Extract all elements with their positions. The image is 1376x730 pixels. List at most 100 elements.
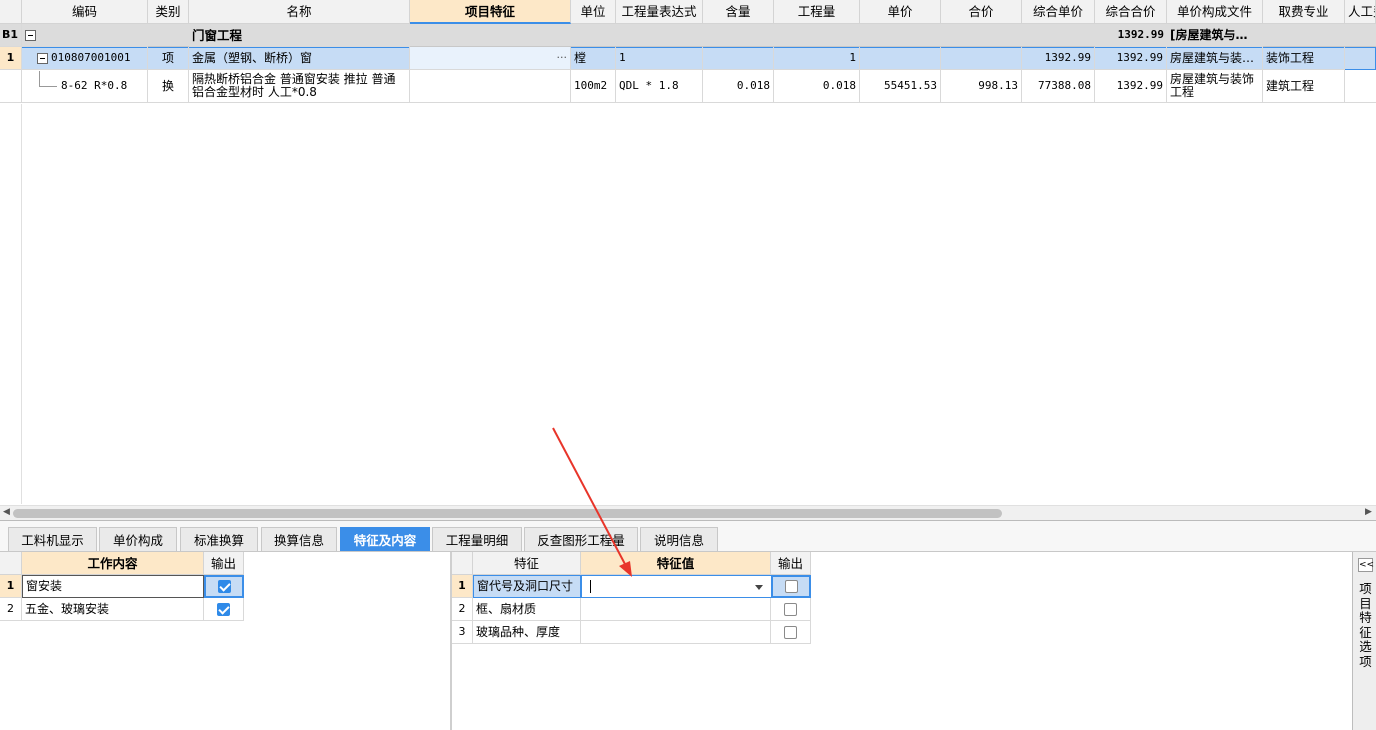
col-header-comp-price[interactable]: 综合单价 xyxy=(1022,0,1095,24)
horizontal-scrollbar[interactable]: ◀ ▶ xyxy=(0,505,1376,521)
col-header-code[interactable]: 编码 xyxy=(22,0,148,24)
scroll-thumb[interactable] xyxy=(13,509,1002,518)
row-expr[interactable]: QDL * 1.8 xyxy=(616,70,703,103)
checkbox-unchecked[interactable] xyxy=(784,602,797,616)
collapse-panel-button[interactable]: << xyxy=(1358,558,1374,572)
row-fee-type[interactable]: 建筑工程 xyxy=(1263,70,1345,103)
tab-std-conversion[interactable]: 标准换算 xyxy=(180,527,258,551)
ft-row-output[interactable] xyxy=(771,621,811,644)
ft-header-output[interactable]: 输出 xyxy=(771,552,811,575)
col-header-type[interactable]: 类别 xyxy=(148,0,189,24)
row-qty[interactable]: 1 xyxy=(774,47,860,70)
col-header-content[interactable]: 含量 xyxy=(703,0,774,24)
row-total[interactable]: 998.13 xyxy=(941,70,1022,103)
row-comp-price[interactable]: 1392.99 xyxy=(1022,47,1095,70)
row-label: B1 xyxy=(0,24,22,47)
row-type[interactable]: 换 xyxy=(148,70,189,103)
row-label xyxy=(0,70,22,103)
ft-header-value[interactable]: 特征值 xyxy=(581,552,771,575)
col-header-labor[interactable]: 人工费 xyxy=(1345,0,1376,24)
wc-row-output[interactable] xyxy=(204,575,244,598)
col-header-expr[interactable]: 工程量表达式 xyxy=(616,0,703,24)
row-unit[interactable]: 100m2 xyxy=(571,70,616,103)
col-header-fee-type[interactable]: 取费专业 xyxy=(1263,0,1345,24)
ft-corner xyxy=(452,552,473,575)
row-type[interactable]: 项 xyxy=(148,47,189,70)
wc-header-content[interactable]: 工作内容 xyxy=(22,552,204,575)
section-row[interactable]: B1 门窗工程 1392.99 [房屋建筑与… xyxy=(0,24,1376,47)
ft-row-value[interactable] xyxy=(581,621,771,644)
row-gutter xyxy=(0,104,22,504)
collapse-icon[interactable] xyxy=(37,52,48,64)
side-label-char: 项 xyxy=(1359,581,1372,596)
wc-row-num: 2 xyxy=(0,598,22,621)
section-name: 门窗工程 xyxy=(189,24,410,47)
row-unit-file[interactable]: 房屋建筑与装… xyxy=(1167,47,1263,70)
row-price[interactable] xyxy=(860,47,941,70)
row-fee-type[interactable]: 装饰工程 xyxy=(1263,47,1345,70)
col-header-qty[interactable]: 工程量 xyxy=(774,0,860,24)
row-total[interactable] xyxy=(941,47,1022,70)
ft-row-name[interactable]: 框、扇材质 xyxy=(473,598,581,621)
row-code[interactable]: 010807001001 xyxy=(22,47,148,70)
wc-header-output[interactable]: 输出 xyxy=(204,552,244,575)
collapse-toggle[interactable] xyxy=(22,24,148,47)
ft-row-name[interactable]: 玻璃品种、厚度 xyxy=(473,621,581,644)
row-name[interactable]: 金属（塑钢、断桥）窗 xyxy=(189,47,410,70)
tab-reverse-lookup[interactable]: 反查图形工程量 xyxy=(524,527,638,551)
ellipsis-button[interactable]: ··· xyxy=(557,51,568,64)
side-label-char: 项 xyxy=(1359,653,1372,669)
table-row-selected[interactable]: 1 010807001001 项 金属（塑钢、断桥）窗 ··· 樘 1 1 13… xyxy=(0,47,1376,70)
wc-row-output[interactable] xyxy=(204,598,244,621)
row-comp-total[interactable]: 1392.99 xyxy=(1095,70,1167,103)
row-expr[interactable]: 1 xyxy=(616,47,703,70)
row-comp-price[interactable]: 77388.08 xyxy=(1022,70,1095,103)
col-header-feature[interactable]: 项目特征 xyxy=(410,0,571,24)
checkbox-checked[interactable] xyxy=(217,602,230,616)
col-header-price[interactable]: 单价 xyxy=(860,0,941,24)
row-feature[interactable] xyxy=(410,70,571,103)
row-comp-total[interactable]: 1392.99 xyxy=(1095,47,1167,70)
checkbox-checked[interactable] xyxy=(217,580,231,593)
side-label-char: 特 xyxy=(1359,610,1372,625)
row-unit[interactable]: 樘 xyxy=(571,47,616,70)
col-header-name[interactable]: 名称 xyxy=(189,0,410,24)
checkbox-unchecked[interactable] xyxy=(784,580,798,593)
row-code-text: 010807001001 xyxy=(51,51,131,65)
col-header-comp-total[interactable]: 综合合价 xyxy=(1095,0,1167,24)
tab-labor-material[interactable]: 工料机显示 xyxy=(8,527,97,551)
row-unit-file[interactable]: 房屋建筑与装饰 工程 xyxy=(1167,70,1263,103)
ft-header-feature[interactable]: 特征 xyxy=(473,552,581,575)
wc-row-text[interactable]: 五金、玻璃安装 xyxy=(22,598,204,621)
scroll-left-arrow[interactable]: ◀ xyxy=(3,507,10,517)
col-header-unit-file[interactable]: 单价构成文件 xyxy=(1167,0,1263,24)
row-qty[interactable]: 0.018 xyxy=(774,70,860,103)
ft-row-output[interactable] xyxy=(771,598,811,621)
tab-conversion-info[interactable]: 换算信息 xyxy=(261,527,337,551)
ft-row-value[interactable] xyxy=(581,598,771,621)
wc-row-text[interactable]: 窗安装 xyxy=(22,575,204,598)
chevron-down-icon[interactable] xyxy=(755,585,763,590)
scroll-right-arrow[interactable]: ▶ xyxy=(1365,507,1372,517)
col-header-unit[interactable]: 单位 xyxy=(571,0,616,24)
ft-row-output[interactable] xyxy=(771,575,811,598)
row-content[interactable] xyxy=(703,47,774,70)
row-content[interactable]: 0.018 xyxy=(703,70,774,103)
side-label-char: 征 xyxy=(1359,624,1372,640)
tab-unit-price[interactable]: 单价构成 xyxy=(99,527,177,551)
row-code-text: 8-62 R*0.8 xyxy=(61,79,128,93)
row-feature[interactable]: ··· xyxy=(410,47,571,70)
feature-options-side-panel[interactable]: << 项 目 特 征 选 项 xyxy=(1352,552,1376,730)
tab-features-content[interactable]: 特征及内容 xyxy=(340,527,430,551)
row-code[interactable]: 8-62 R*0.8 xyxy=(22,70,148,103)
row-price[interactable]: 55451.53 xyxy=(860,70,941,103)
col-header-total[interactable]: 合价 xyxy=(941,0,1022,24)
tab-description[interactable]: 说明信息 xyxy=(640,527,718,551)
collapse-icon[interactable] xyxy=(25,29,36,41)
table-row[interactable]: 8-62 R*0.8 换 隔热断桥铝合金 普通窗安装 推拉 普通 铝合金型材时 … xyxy=(0,70,1376,103)
ft-row-name[interactable]: 窗代号及洞口尺寸 xyxy=(473,575,581,598)
ft-row-value-dropdown[interactable] xyxy=(581,575,771,598)
checkbox-unchecked[interactable] xyxy=(784,625,797,639)
tab-qty-detail[interactable]: 工程量明细 xyxy=(432,527,522,551)
row-name[interactable]: 隔热断桥铝合金 普通窗安装 推拉 普通 铝合金型材时 人工*0.8 xyxy=(189,70,410,103)
